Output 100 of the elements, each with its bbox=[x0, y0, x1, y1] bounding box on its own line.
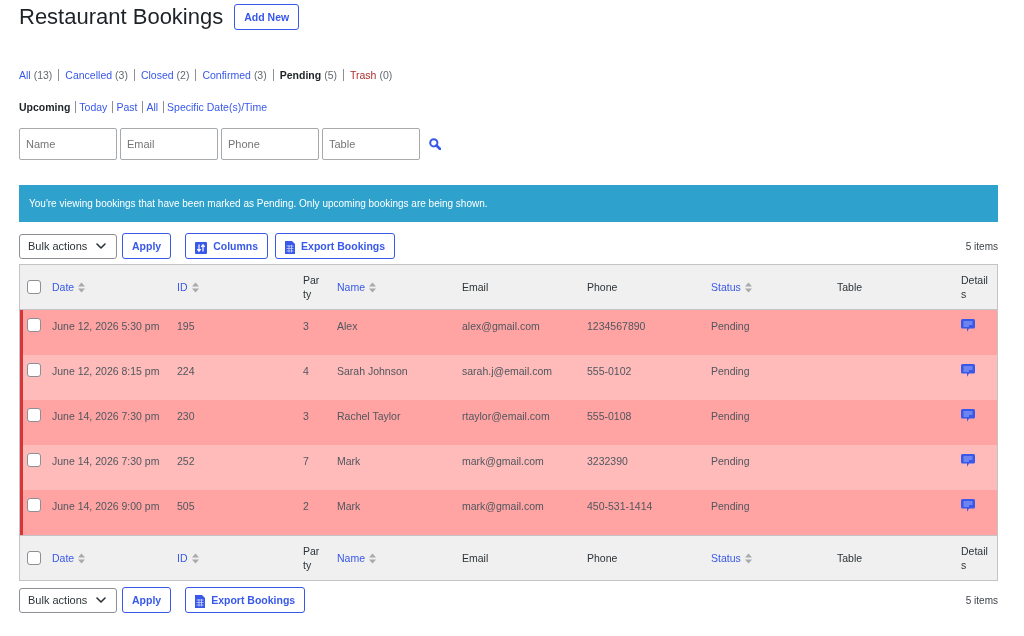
sort-arrows-icon bbox=[78, 282, 86, 294]
apply-button[interactable]: Apply bbox=[122, 587, 172, 613]
table-cell: Mark bbox=[329, 445, 454, 490]
date-filter-link[interactable]: Today bbox=[79, 100, 108, 114]
table-cell: Pending bbox=[703, 445, 829, 490]
comment-icon bbox=[961, 319, 975, 332]
bulk-actions-dropdown[interactable]: Bulk actions bbox=[19, 587, 117, 613]
table-cell: 7 bbox=[295, 445, 329, 490]
table-cell: Mark bbox=[329, 490, 454, 535]
bulk-actions-dropdown[interactable]: Bulk actions bbox=[19, 233, 117, 259]
column-header-link[interactable]: Date bbox=[52, 281, 75, 294]
comment-icon bbox=[961, 364, 975, 377]
table-cell: Sarah Johnson bbox=[329, 355, 454, 400]
table-cell: 3232390 bbox=[579, 445, 703, 490]
sort-arrows-icon bbox=[78, 553, 86, 565]
sort-arrows-icon bbox=[369, 282, 376, 294]
checkbox[interactable] bbox=[27, 551, 41, 565]
date-filter-link[interactable]: Past bbox=[116, 100, 138, 114]
table-cell: 224 bbox=[169, 355, 295, 400]
date-filter-link[interactable]: All bbox=[146, 100, 159, 114]
checkbox[interactable] bbox=[27, 453, 41, 467]
status-filter-link[interactable]: Pending (5) bbox=[279, 68, 337, 82]
table-cell: 505 bbox=[169, 490, 295, 535]
status-filter-link[interactable]: Confirmed (3) bbox=[202, 68, 267, 82]
table-cell: mark@gmail.com bbox=[454, 490, 579, 535]
date-filter-link[interactable]: Upcoming bbox=[19, 100, 71, 114]
column-header-link[interactable]: ID bbox=[177, 281, 188, 294]
table-cell: Pending bbox=[703, 355, 829, 400]
checkbox[interactable] bbox=[27, 280, 41, 294]
swap-arrows-icon bbox=[195, 241, 208, 254]
comment-icon bbox=[961, 499, 975, 512]
column-header: Party bbox=[295, 535, 329, 580]
column-header: Details bbox=[953, 265, 997, 310]
table-cell: 1234567890 bbox=[579, 310, 703, 355]
chevron-down-icon bbox=[96, 597, 106, 603]
table-cell: sarah.j@email.com bbox=[454, 355, 579, 400]
table-cell: 4 bbox=[295, 355, 329, 400]
table-cell: June 14, 2026 7:30 pm bbox=[44, 445, 169, 490]
column-header-link[interactable]: ID bbox=[177, 552, 188, 565]
column-header: Party bbox=[295, 265, 329, 310]
search-field[interactable]: Phone bbox=[221, 128, 319, 160]
table-cell: mark@gmail.com bbox=[454, 445, 579, 490]
table-cell: Rachel Taylor bbox=[329, 400, 454, 445]
column-header: Table bbox=[829, 265, 953, 310]
checkbox[interactable] bbox=[27, 318, 41, 332]
column-header: Phone bbox=[579, 265, 703, 310]
search-field[interactable]: Name bbox=[19, 128, 117, 160]
column-header: Email bbox=[454, 535, 579, 580]
sort-arrows-icon bbox=[369, 553, 376, 565]
table-cell: June 12, 2026 8:15 pm bbox=[44, 355, 169, 400]
column-header-link[interactable]: Date bbox=[52, 552, 75, 565]
table-cell: 195 bbox=[169, 310, 295, 355]
search-field[interactable]: Email bbox=[120, 128, 218, 160]
checkbox[interactable] bbox=[27, 363, 41, 377]
sort-arrows-icon bbox=[744, 282, 752, 294]
column-header: Email bbox=[454, 265, 579, 310]
table-cell: alex@gmail.com bbox=[454, 310, 579, 355]
column-header-link[interactable]: Status bbox=[711, 552, 741, 565]
table-cell: June 12, 2026 5:30 pm bbox=[44, 310, 169, 355]
info-notice: You're viewing bookings that have been marked as Pending. Only upcoming bookings are being shown. bbox=[19, 185, 998, 222]
spreadsheet-icon bbox=[285, 241, 296, 254]
status-filter-link[interactable]: All (13) bbox=[19, 68, 53, 82]
date-filter-link[interactable]: Specific Date(s)/Time bbox=[167, 100, 268, 114]
status-filter-link[interactable]: Trash (0) bbox=[350, 68, 393, 82]
table-cell: 450-531-1414 bbox=[579, 490, 703, 535]
export-button[interactable]: Export Bookings bbox=[185, 587, 306, 613]
comment-icon bbox=[961, 454, 975, 467]
column-header: Details bbox=[953, 535, 997, 580]
columns-button[interactable]: Columns bbox=[185, 233, 269, 259]
table-cell: rtaylor@email.com bbox=[454, 400, 579, 445]
table-cell: 3 bbox=[295, 310, 329, 355]
status-filter-link[interactable]: Closed (2) bbox=[140, 68, 190, 82]
search-field[interactable]: Table bbox=[322, 128, 420, 160]
add-new-button[interactable]: Add New bbox=[234, 4, 300, 30]
item-count: 5 items bbox=[965, 594, 998, 606]
table-cell: June 14, 2026 7:30 pm bbox=[44, 400, 169, 445]
column-header-link[interactable]: Name bbox=[337, 552, 365, 565]
apply-button[interactable]: Apply bbox=[122, 233, 172, 259]
export-button[interactable]: Export Bookings bbox=[275, 233, 396, 259]
table-cell: 230 bbox=[169, 400, 295, 445]
table-cell: 2 bbox=[295, 490, 329, 535]
table-cell: June 14, 2026 9:00 pm bbox=[44, 490, 169, 535]
column-header-link[interactable]: Name bbox=[337, 281, 365, 294]
checkbox[interactable] bbox=[27, 498, 41, 512]
page-title: Restaurant Bookings bbox=[19, 4, 224, 30]
table-cell: 252 bbox=[169, 445, 295, 490]
spreadsheet-icon bbox=[195, 595, 206, 608]
table-cell: 3 bbox=[295, 400, 329, 445]
search-icon[interactable] bbox=[429, 138, 441, 150]
comment-icon bbox=[961, 409, 975, 422]
sort-arrows-icon bbox=[744, 553, 752, 565]
table-cell: Pending bbox=[703, 310, 829, 355]
column-header: Table bbox=[829, 535, 953, 580]
table-cell: 555-0108 bbox=[579, 400, 703, 445]
item-count: 5 items bbox=[965, 240, 998, 252]
status-filter-link[interactable]: Cancelled (3) bbox=[65, 68, 128, 82]
column-header: Phone bbox=[579, 535, 703, 580]
checkbox[interactable] bbox=[27, 408, 41, 422]
sort-arrows-icon bbox=[191, 282, 199, 294]
column-header-link[interactable]: Status bbox=[711, 281, 741, 294]
